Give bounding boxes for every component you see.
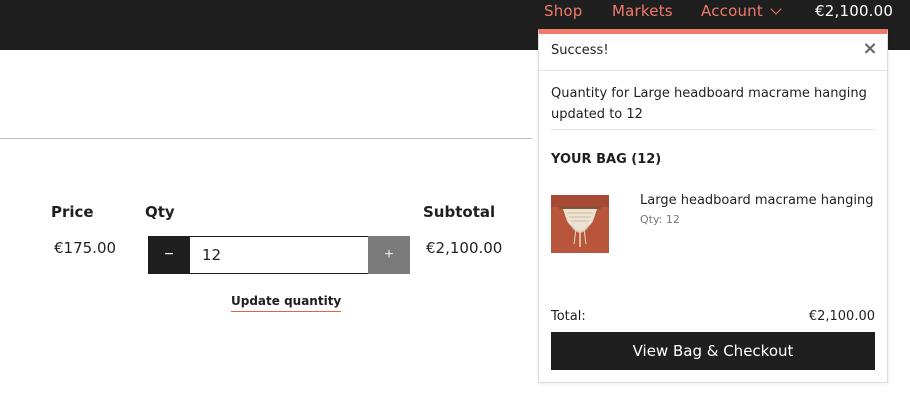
total-label: Total: (551, 309, 586, 324)
popup-divider (539, 70, 887, 71)
update-quantity-link[interactable]: Update quantity (231, 294, 342, 312)
content-divider (0, 138, 532, 139)
close-icon[interactable]: × (861, 38, 879, 59)
nav-markets-link[interactable]: Markets (612, 0, 673, 22)
popup-divider (551, 129, 875, 130)
item-price: €175.00 (54, 239, 117, 257)
cart-notification-popup: Success! × Quantity for Large headboard … (538, 29, 888, 383)
minus-icon: − (164, 246, 174, 263)
total-value: €2,100.00 (808, 309, 875, 324)
popup-title: Success! (551, 43, 609, 58)
bag-item-qty: Qty: 12 (640, 213, 680, 226)
bag-heading: YOUR BAG (12) (551, 152, 662, 167)
subtotal-column-header: Subtotal (423, 203, 496, 221)
quantity-decrement-button[interactable]: − (148, 236, 190, 274)
popup-message: Quantity for Large headboard macrame han… (551, 86, 867, 122)
product-thumbnail[interactable] (551, 195, 609, 253)
item-subtotal: €2,100.00 (426, 239, 503, 257)
qty-column-header: Qty (145, 203, 175, 221)
nav-shop-link[interactable]: Shop (544, 0, 583, 22)
bag-item-name[interactable]: Large headboard macrame hanging (640, 193, 874, 208)
view-bag-checkout-button[interactable]: View Bag & Checkout (551, 332, 875, 370)
nav-account-label: Account (701, 2, 763, 20)
nav-cart-total-link[interactable]: €2,100.00 (815, 0, 893, 22)
nav-account-menu[interactable]: Account (701, 0, 782, 22)
price-column-header: Price (51, 203, 94, 221)
plus-icon: + (384, 246, 394, 263)
quantity-increment-button[interactable]: + (368, 236, 410, 274)
quantity-input[interactable] (189, 236, 369, 274)
chevron-down-icon (770, 2, 782, 15)
